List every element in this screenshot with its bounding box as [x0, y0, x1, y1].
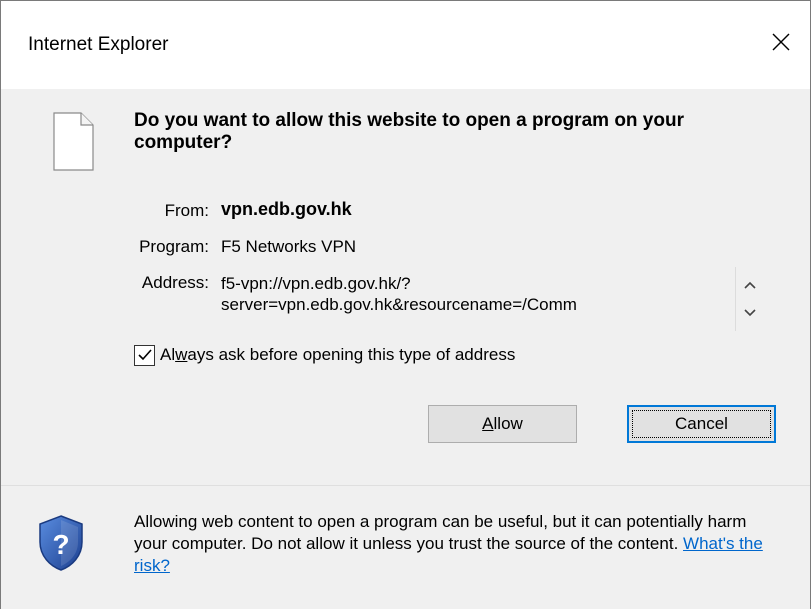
from-value: vpn.edb.gov.hk: [221, 199, 352, 219]
address-label: Address:: [141, 273, 209, 292]
chevron-up-icon: [744, 281, 756, 289]
program-label: Program:: [139, 237, 209, 256]
always-ask-checkbox[interactable]: [134, 344, 155, 366]
always-ask-option[interactable]: Always ask before opening this type of a…: [134, 343, 515, 367]
checkmark-icon: [137, 349, 152, 361]
focus-indicator: [632, 410, 771, 438]
address-scrollbar[interactable]: [735, 267, 763, 331]
close-button[interactable]: [752, 16, 810, 68]
program-value: F5 Networks VPN: [221, 237, 357, 256]
address-line-1: f5-vpn://vpn.edb.gov.hk/?: [221, 274, 411, 293]
cancel-button[interactable]: Cancel: [627, 405, 776, 443]
scroll-up-button[interactable]: [740, 275, 760, 295]
allow-button[interactable]: Allow: [428, 405, 577, 443]
warning-message: Allowing web content to open a program c…: [134, 512, 747, 553]
scroll-down-button[interactable]: [740, 303, 760, 323]
window-title: Internet Explorer: [28, 34, 169, 55]
document-icon: [53, 112, 94, 171]
address-field[interactable]: f5-vpn://vpn.edb.gov.hk/? server=vpn.edb…: [215, 270, 758, 328]
chevron-down-icon: [744, 309, 756, 317]
risk-warning-text: Allowing web content to open a program c…: [134, 511, 774, 577]
close-icon: [772, 33, 790, 51]
title-bar: Internet Explorer: [1, 1, 810, 89]
address-line-2: server=vpn.edb.gov.hk&resourcename=/Comm: [221, 295, 577, 314]
always-ask-label: Always ask before opening this type of a…: [160, 345, 516, 364]
from-label: From:: [164, 201, 209, 220]
svg-text:?: ?: [52, 529, 69, 560]
security-shield-icon: ?: [39, 515, 83, 571]
ie-dialog: Internet Explorer Do you want to allow t…: [0, 0, 811, 609]
dialog-question: Do you want to allow this website to ope…: [134, 110, 684, 153]
